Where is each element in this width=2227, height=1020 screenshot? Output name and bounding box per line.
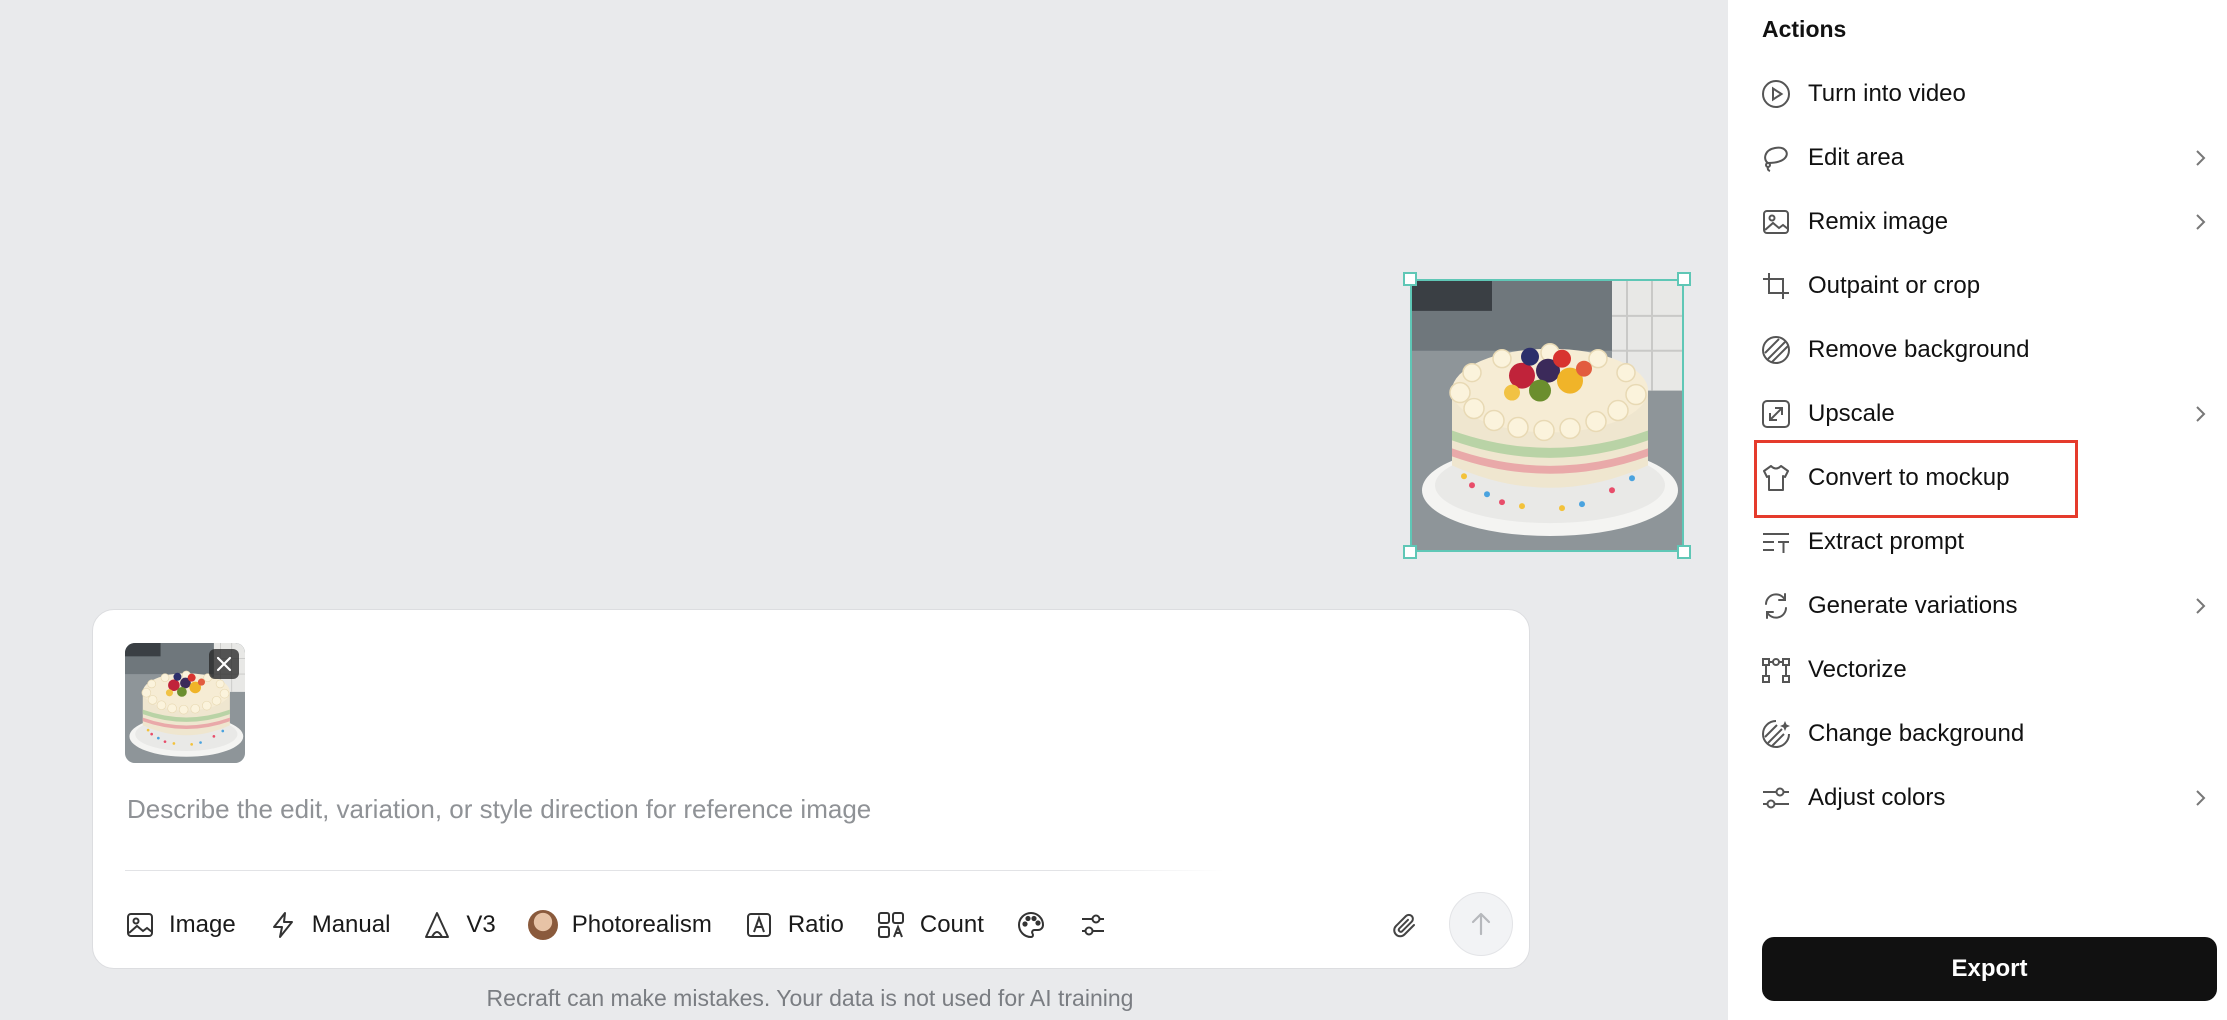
prompt-toolbar: Image Manual V3 Photorealism Ratio Count <box>125 900 1140 950</box>
change-bg-icon <box>1762 720 1790 748</box>
sliders-icon <box>1763 787 1789 809</box>
action-label: Remix image <box>1808 208 1949 235</box>
sliders-icon <box>1081 914 1104 936</box>
action-label: Edit area <box>1808 144 1905 171</box>
attach-button[interactable] <box>1385 906 1425 946</box>
action-extract-prompt[interactable]: Extract prompt <box>1760 514 2212 570</box>
image-mode-label: Image <box>169 911 236 938</box>
variations-icon <box>1765 593 1787 619</box>
cake-image <box>1412 281 1682 550</box>
action-change-background[interactable]: Change background <box>1760 706 2212 762</box>
image-icon <box>1763 210 1789 234</box>
resize-handle-bottom-right[interactable] <box>1677 545 1691 559</box>
action-label: Adjust colors <box>1808 784 1946 811</box>
manual-mode-label: Manual <box>311 911 391 938</box>
count-icon <box>877 912 904 938</box>
ratio-button[interactable]: Ratio <box>744 900 844 950</box>
reference-image-thumbnail <box>125 643 245 763</box>
style-avatar-icon <box>527 910 558 940</box>
resize-handle-bottom-left[interactable] <box>1403 545 1417 559</box>
settings-sliders-button[interactable] <box>1078 900 1108 950</box>
resize-handle-top-left[interactable] <box>1403 272 1417 286</box>
action-adjust-colors[interactable]: Adjust colors <box>1760 770 2212 826</box>
palette-button[interactable] <box>1016 900 1046 950</box>
remove-bg-icon <box>1762 336 1790 364</box>
action-label: Vectorize <box>1808 656 1907 683</box>
style-button[interactable]: Photorealism <box>527 900 712 950</box>
paperclip-icon <box>1393 913 1415 938</box>
close-icon <box>216 656 232 672</box>
action-label: Upscale <box>1808 400 1895 427</box>
chevron-right-icon <box>2196 406 2206 422</box>
actions-panel: Actions Turn into video Edit area Remix … <box>1728 0 2227 1020</box>
selected-canvas-image[interactable] <box>1403 272 1691 559</box>
style-label: Photorealism <box>571 911 712 938</box>
palette-icon <box>1017 911 1044 939</box>
chevron-right-icon <box>2196 598 2206 614</box>
count-button[interactable]: Count <box>876 900 984 950</box>
prompt-divider <box>125 870 1225 871</box>
action-label: Remove background <box>1808 336 2030 363</box>
action-label: Convert to mockup <box>1808 464 2010 491</box>
action-label: Change background <box>1808 720 2025 747</box>
action-remove-background[interactable]: Remove background <box>1760 322 2212 378</box>
action-generate-variations[interactable]: Generate variations <box>1760 578 2212 634</box>
action-upscale[interactable]: Upscale <box>1760 386 2212 442</box>
image-icon <box>127 913 153 937</box>
prompt-card: Image Manual V3 Photorealism Ratio Count <box>92 609 1530 969</box>
action-label: Outpaint or crop <box>1808 272 1981 299</box>
send-button[interactable] <box>1449 892 1513 956</box>
model-icon <box>425 912 450 938</box>
arrow-up-icon <box>1471 912 1491 936</box>
chevron-right-icon <box>2196 790 2206 806</box>
upscale-icon <box>1762 400 1790 428</box>
tshirt-icon <box>1763 465 1789 491</box>
canvas-area[interactable]: Image Manual V3 Photorealism Ratio Count <box>0 0 1728 1020</box>
remove-reference-button[interactable] <box>209 649 239 679</box>
model-version-label: V3 <box>466 911 496 938</box>
actions-title: Actions <box>1762 16 1847 42</box>
chevron-right-icon <box>2196 214 2206 230</box>
image-mode-button[interactable]: Image <box>125 900 236 950</box>
resize-handle-top-right[interactable] <box>1677 272 1691 286</box>
action-label: Generate variations <box>1808 592 2018 619</box>
crop-icon <box>1763 273 1789 299</box>
manual-mode-button[interactable]: Manual <box>268 900 391 950</box>
disclaimer-text: Recraft can make mistakes. Your data is … <box>486 985 1134 1011</box>
action-edit-area[interactable]: Edit area <box>1760 130 2212 186</box>
action-turn-into-video[interactable]: Turn into video <box>1760 66 2212 122</box>
export-button[interactable]: Export <box>1762 937 2217 1001</box>
action-convert-to-mockup[interactable]: Convert to mockup <box>1760 450 2212 506</box>
text-lines-icon <box>1763 533 1789 553</box>
ratio-label: Ratio <box>787 911 844 938</box>
lightning-icon <box>272 912 293 938</box>
action-outpaint-or-crop[interactable]: Outpaint or crop <box>1760 258 2212 314</box>
vector-nodes-icon <box>1762 658 1790 683</box>
play-circle-icon <box>1762 80 1790 108</box>
prompt-input[interactable] <box>125 788 1229 830</box>
model-version-button[interactable]: V3 <box>422 900 496 950</box>
action-remix-image[interactable]: Remix image <box>1760 194 2212 250</box>
ratio-icon <box>746 913 771 937</box>
action-label: Turn into video <box>1808 80 1966 107</box>
action-vectorize[interactable]: Vectorize <box>1760 642 2212 698</box>
action-label: Extract prompt <box>1808 528 1965 555</box>
chevron-right-icon <box>2196 150 2206 166</box>
count-label: Count <box>919 911 984 938</box>
lasso-icon <box>1764 146 1788 172</box>
